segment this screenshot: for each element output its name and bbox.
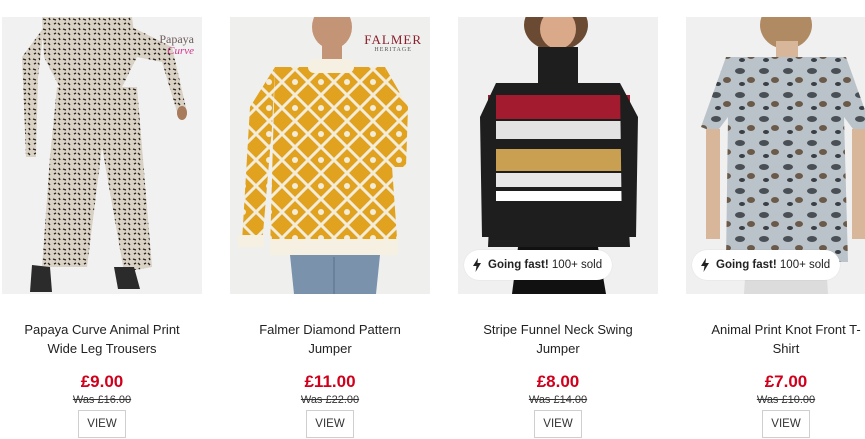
product-name-line[interactable]: Animal Print Knot Front T- [686,320,865,339]
product-card[interactable]: FALMER HERITAGE Falmer Diamond Pattern J… [230,0,430,439]
brand-logo-name: FALMER [364,32,422,47]
going-fast-badge: Going fast! 100+ sold [692,250,841,280]
product-name[interactable]: Papaya Curve Animal Print Wide Leg Trous… [2,320,202,358]
brand-logo-sub: Curve [167,45,194,57]
product-was-price: Was £14.00 [528,394,588,406]
product-name-line[interactable]: Papaya Curve Animal Print [2,320,202,339]
product-was-price: Was £16.00 [72,394,132,406]
product-price: £11.00 [304,372,356,391]
product-name-line[interactable]: Wide Leg Trousers [2,339,202,358]
view-button[interactable]: VIEW [78,410,126,438]
product-name[interactable]: Falmer Diamond Pattern Jumper [230,320,430,358]
brand-logo: Papaya Curve [159,33,194,57]
badge-text: 100+ sold [779,259,831,271]
lightning-bolt-icon [473,258,481,272]
brand-logo-name: Papaya [159,32,194,46]
product-card[interactable]: Going fast! 100+ sold Animal Print Knot … [686,0,865,439]
brand-logo: FALMER HERITAGE [364,32,422,55]
product-name[interactable]: Animal Print Knot Front T- Shirt [686,320,865,358]
badge-strong-text: Going fast! [488,259,549,271]
product-name-line[interactable]: Stripe Funnel Neck Swing [458,320,658,339]
product-price: £9.00 [80,372,124,391]
product-image[interactable]: Going fast! 100+ sold [458,17,658,294]
view-button[interactable]: VIEW [306,410,354,438]
product-name-line[interactable]: Falmer Diamond Pattern [230,320,430,339]
model-photo [2,17,202,294]
product-image[interactable]: Papaya Curve [2,17,202,294]
view-button[interactable]: VIEW [534,410,582,438]
badge-strong-text: Going fast! [716,259,777,271]
product-was-price: Was £10.00 [756,394,816,406]
product-image[interactable]: FALMER HERITAGE [230,17,430,294]
product-name-line[interactable]: Jumper [458,339,658,358]
product-price: £8.00 [536,372,580,391]
product-name-line[interactable]: Jumper [230,339,430,358]
model-photo [230,17,430,294]
lightning-bolt-icon [701,258,709,272]
product-was-price: Was £22.00 [300,394,360,406]
product-card[interactable]: Going fast! 100+ sold Stripe Funnel Neck… [458,0,658,439]
product-price: £7.00 [764,372,808,391]
going-fast-badge: Going fast! 100+ sold [464,250,613,280]
product-card[interactable]: Papaya Curve Papaya Curve Animal Print W… [2,0,202,439]
product-name[interactable]: Stripe Funnel Neck Swing Jumper [458,320,658,358]
product-name-line[interactable]: Shirt [686,339,865,358]
product-image[interactable]: Going fast! 100+ sold [686,17,865,294]
badge-text: 100+ sold [551,259,603,271]
view-button[interactable]: VIEW [762,410,810,438]
